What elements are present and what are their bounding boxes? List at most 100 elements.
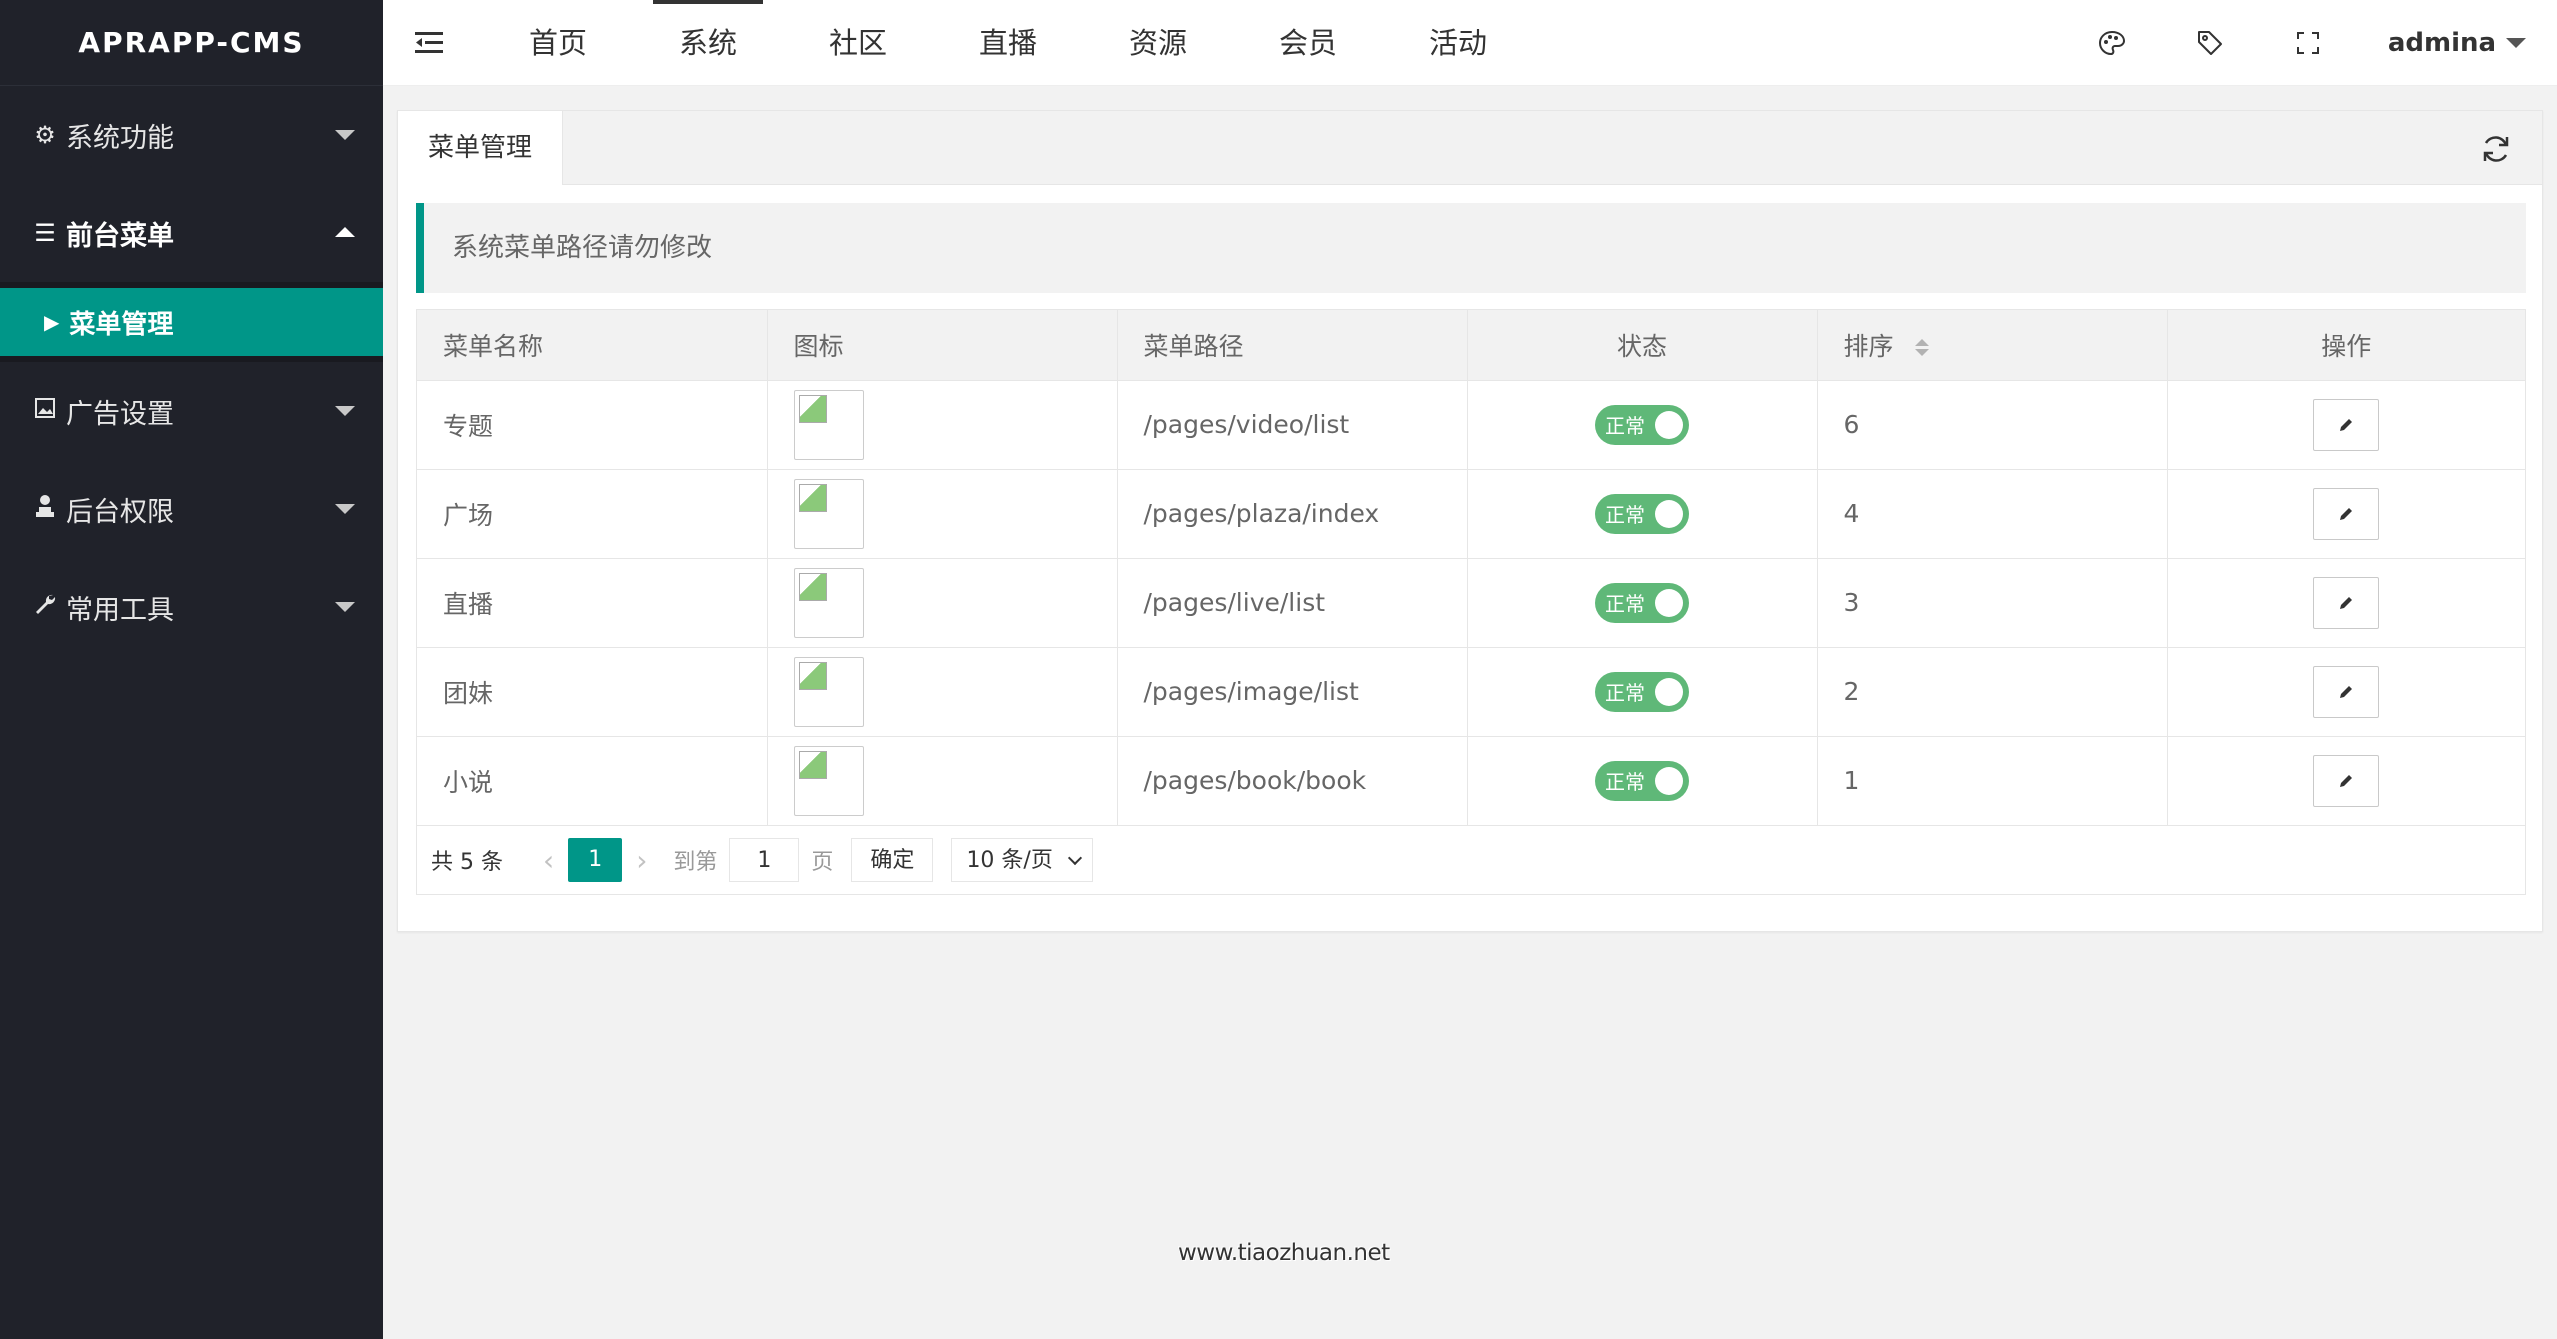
sidebar-item-label: 前台菜单 xyxy=(66,220,174,252)
page-size-select[interactable]: 10 条/页 xyxy=(951,838,1094,882)
cell-path: /pages/image/list xyxy=(1117,647,1468,737)
tab-bar: 菜单管理 xyxy=(398,111,2542,185)
edit-button[interactable] xyxy=(2313,487,2380,540)
sort-icon[interactable] xyxy=(1915,339,1930,357)
palette-icon xyxy=(2098,30,2126,56)
cell-status: 正常 xyxy=(1467,380,1818,470)
edit-button[interactable] xyxy=(2313,754,2380,807)
top-nav-home[interactable]: 首页 xyxy=(483,0,633,86)
table-row: 专题 /pages/video/list 正常 6 xyxy=(417,380,2525,470)
sidebar-toggle-icon[interactable] xyxy=(415,30,445,56)
caret-up-icon xyxy=(335,227,355,237)
menu-table: 菜单名称 图标 菜单路径 状态 排序 操作 专题 /pages/video/li… xyxy=(416,309,2526,895)
username: admina xyxy=(2387,28,2497,58)
status-switch[interactable]: 正常 xyxy=(1595,493,1689,534)
page-size-value: 10 条/页 xyxy=(966,848,1053,873)
broken-image-icon xyxy=(793,567,864,638)
cell-actions xyxy=(2167,380,2525,470)
caret-down-icon xyxy=(335,130,355,140)
next-page-icon[interactable]: › xyxy=(636,844,647,877)
fullscreen-icon xyxy=(2297,32,2319,54)
pencil-icon xyxy=(2340,774,2353,787)
pencil-icon xyxy=(2340,685,2353,698)
status-switch[interactable]: 正常 xyxy=(1595,582,1689,623)
cell-status: 正常 xyxy=(1467,469,1818,559)
cell-status: 正常 xyxy=(1467,647,1818,737)
prev-page-icon[interactable]: ‹ xyxy=(543,844,554,877)
top-nav-activities[interactable]: 活动 xyxy=(1383,0,1533,86)
cell-order: 2 xyxy=(1817,647,2168,737)
header-actions: admina xyxy=(2063,0,2557,86)
caret-down-icon xyxy=(335,504,355,514)
edit-button[interactable] xyxy=(2313,665,2380,718)
cell-order: 6 xyxy=(1817,380,2168,470)
confirm-button[interactable]: 确定 xyxy=(851,838,934,882)
page-unit-label: 页 xyxy=(811,850,834,875)
top-nav-live[interactable]: 直播 xyxy=(933,0,1083,86)
col-header-status: 状态 xyxy=(1467,310,1818,381)
sidebar-subitem-menu-manage[interactable]: ▶ 菜单管理 xyxy=(0,288,383,356)
status-switch[interactable]: 正常 xyxy=(1595,404,1689,445)
status-switch-label: 正常 xyxy=(1605,681,1645,705)
broken-image-icon xyxy=(793,745,864,816)
cell-status: 正常 xyxy=(1467,558,1818,648)
caret-down-icon xyxy=(335,406,355,416)
tag-icon xyxy=(2198,31,2222,55)
sidebar-item-label: 系统功能 xyxy=(66,122,174,154)
tab-menu-manage[interactable]: 菜单管理 xyxy=(398,111,563,185)
sidebar-item-system[interactable]: ⚙ 系统功能 xyxy=(0,86,383,184)
sidebar-subitem-label: 菜单管理 xyxy=(69,309,174,340)
col-header-order[interactable]: 排序 xyxy=(1817,310,2168,381)
sidebar-submenu: ▶ 菜单管理 xyxy=(0,282,383,362)
cell-order: 1 xyxy=(1817,736,2168,826)
cell-icon xyxy=(767,736,1118,826)
sidebar-item-tools[interactable]: 常用工具 xyxy=(0,558,383,656)
edit-button[interactable] xyxy=(2313,398,2380,451)
cell-path: /pages/video/list xyxy=(1117,380,1468,470)
table-row: 广场 /pages/plaza/index 正常 4 xyxy=(417,469,2525,559)
cell-path: /pages/book/book xyxy=(1117,736,1468,826)
gear-icon: ⚙ xyxy=(34,121,56,149)
user-icon xyxy=(32,494,58,524)
play-icon: ▶ xyxy=(44,310,60,334)
notes-button[interactable] xyxy=(2161,0,2259,86)
cell-name: 小说 xyxy=(417,736,768,826)
top-nav: 首页 系统 社区 直播 资源 会员 活动 xyxy=(483,0,1533,86)
edit-button[interactable] xyxy=(2313,576,2380,629)
top-nav-resources[interactable]: 资源 xyxy=(1083,0,1233,86)
fullscreen-button[interactable] xyxy=(2259,0,2357,86)
notice-banner: 系统菜单路径请勿修改 xyxy=(416,203,2526,293)
sidebar-item-permissions[interactable]: 后台权限 xyxy=(0,460,383,558)
total-count: 共 5 条 xyxy=(431,850,503,875)
page-input[interactable]: 1 xyxy=(729,838,800,882)
sidebar-item-front-menu[interactable]: ☰ 前台菜单 xyxy=(0,184,383,282)
table-row: 小说 /pages/book/book 正常 1 xyxy=(417,736,2525,826)
top-nav-community[interactable]: 社区 xyxy=(783,0,933,86)
top-nav-system[interactable]: 系统 xyxy=(633,0,783,86)
table-row: 直播 /pages/live/list 正常 3 xyxy=(417,558,2525,648)
theme-button[interactable] xyxy=(2063,0,2161,86)
image-icon xyxy=(32,397,58,425)
caret-down-icon xyxy=(335,602,355,612)
cell-name: 专题 xyxy=(417,380,768,470)
status-switch[interactable]: 正常 xyxy=(1595,760,1689,801)
user-menu[interactable]: admina xyxy=(2357,28,2557,58)
sidebar-item-ads[interactable]: 广告设置 xyxy=(0,362,383,460)
broken-image-icon xyxy=(793,389,864,460)
cell-status: 正常 xyxy=(1467,736,1818,826)
page-button-current[interactable]: 1 xyxy=(568,838,623,882)
broken-image-icon xyxy=(793,478,864,549)
app-logo: APRAPP-CMS xyxy=(0,0,383,86)
status-switch-label: 正常 xyxy=(1605,770,1645,794)
pagination: 共 5 条 ‹ 1 › 到第 1 页 确定 10 条/页 xyxy=(417,825,2525,895)
cell-name: 团妹 xyxy=(417,647,768,737)
cell-icon xyxy=(767,647,1118,737)
cell-name: 广场 xyxy=(417,469,768,559)
table-header-row: 菜单名称 图标 菜单路径 状态 排序 操作 xyxy=(417,310,2525,381)
top-header: 首页 系统 社区 直播 资源 会员 活动 admina xyxy=(383,0,2557,86)
cell-actions xyxy=(2167,647,2525,737)
refresh-icon[interactable] xyxy=(2480,133,2512,165)
top-nav-members[interactable]: 会员 xyxy=(1233,0,1383,86)
pencil-icon xyxy=(2340,418,2353,431)
status-switch[interactable]: 正常 xyxy=(1595,671,1689,712)
